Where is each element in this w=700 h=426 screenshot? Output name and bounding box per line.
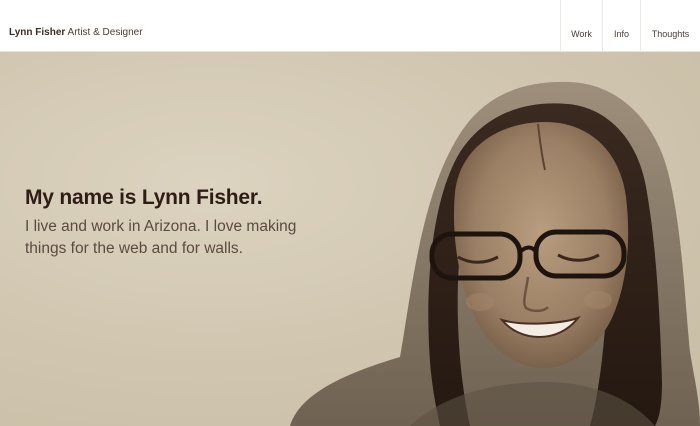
portrait-photo-icon (290, 81, 700, 426)
main-nav: Work Info Thoughts (560, 0, 700, 51)
nav-item-info[interactable]: Info (602, 0, 640, 51)
brand-tagline: Artist & Designer (67, 27, 143, 38)
hero-section: My name is Lynn Fisher. I live and work … (0, 52, 700, 426)
nav-item-work[interactable]: Work (560, 0, 602, 51)
brand-name[interactable]: Lynn Fisher (9, 27, 65, 38)
site-brand[interactable]: Lynn Fisher Artist & Designer (9, 27, 143, 38)
nav-item-thoughts[interactable]: Thoughts (640, 0, 700, 51)
site-header: Lynn Fisher Artist & Designer Work Info … (0, 0, 700, 52)
